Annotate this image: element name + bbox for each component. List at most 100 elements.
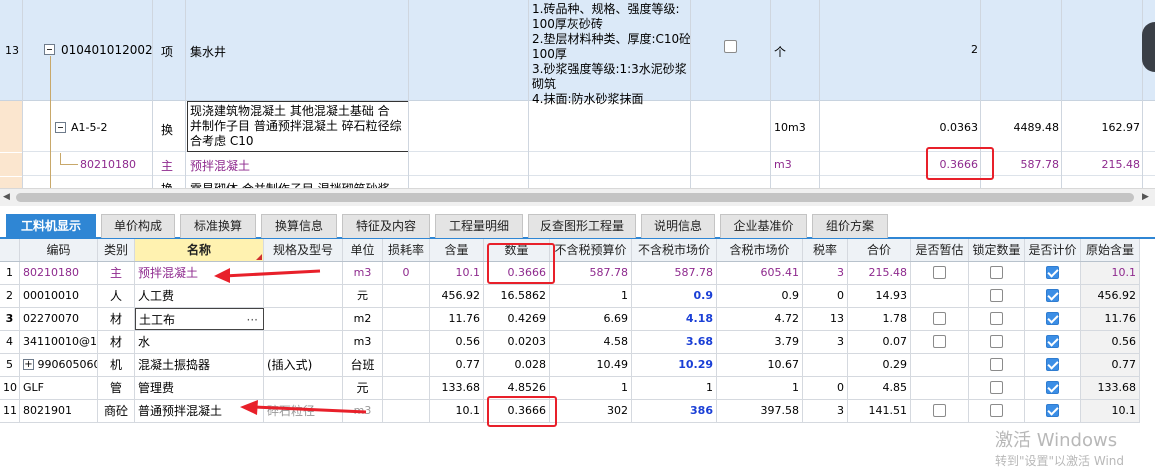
bill-row-a1-5-2[interactable]: A1-5-2 换 现浇建筑物混凝土 其他混凝土基础 合 并制作子目 普通预拌混凝… bbox=[0, 101, 1155, 152]
cell-spec[interactable] bbox=[264, 285, 343, 307]
priced-checkbox[interactable] bbox=[1046, 334, 1059, 348]
cell-qty[interactable]: 0.028 bbox=[484, 354, 550, 376]
cell-tax-market[interactable]: 10.67 bbox=[717, 354, 803, 376]
header-name[interactable]: 名称 bbox=[135, 239, 264, 261]
header-tax-market[interactable]: 含税市场价 bbox=[717, 239, 803, 261]
priced-checkbox[interactable] bbox=[1046, 403, 1059, 417]
cell-tax-rate[interactable]: 0 bbox=[803, 285, 848, 307]
cell-code-group[interactable]: + 990605060 bbox=[20, 354, 98, 376]
lock-qty-checkbox[interactable] bbox=[990, 288, 1003, 302]
priced-checkbox[interactable] bbox=[1046, 265, 1059, 279]
header-code[interactable]: 编码 bbox=[20, 239, 98, 261]
cell-category[interactable]: 商砼 bbox=[98, 400, 135, 422]
cell-pretax-budget[interactable]: 4.58 bbox=[550, 331, 632, 353]
table-row[interactable]: 2 00010010 人 人工费 元 456.92 16.5862 1 0.9 … bbox=[0, 285, 1140, 308]
cell-unit[interactable]: m2 bbox=[343, 308, 383, 330]
table-row[interactable]: 1 80210180 主 预拌混凝土 m3 0 10.1 0.3666 587.… bbox=[0, 262, 1140, 285]
cell-tax-market[interactable]: 605.41 bbox=[717, 262, 803, 284]
header-content[interactable]: 含量 bbox=[430, 239, 484, 261]
cell-spec[interactable] bbox=[264, 377, 343, 399]
cell-unit[interactable]: 元 bbox=[343, 285, 383, 307]
cell-unit[interactable]: m3 bbox=[343, 262, 383, 284]
cell-content[interactable]: 456.92 bbox=[430, 285, 484, 307]
tab-pricing-scheme[interactable]: 组价方案 bbox=[812, 214, 888, 238]
cell-spec[interactable]: (插入式) bbox=[264, 354, 343, 376]
cell-code[interactable]: 02270070 bbox=[20, 308, 98, 330]
tab-quantity-detail[interactable]: 工程量明细 bbox=[435, 214, 523, 238]
cell-pretax-budget[interactable]: 302 bbox=[550, 400, 632, 422]
cell-qty[interactable]: 16.5862 bbox=[484, 285, 550, 307]
header-pretax-budget[interactable]: 不含税预算价 bbox=[550, 239, 632, 261]
lock-qty-checkbox[interactable] bbox=[990, 357, 1003, 371]
cell-unit[interactable]: 元 bbox=[343, 377, 383, 399]
cell-category[interactable]: 材 bbox=[98, 331, 135, 353]
cell-loss[interactable] bbox=[383, 377, 430, 399]
header-lock-qty[interactable]: 锁定数量 bbox=[969, 239, 1025, 261]
priced-checkbox[interactable] bbox=[1046, 311, 1059, 325]
cell-tax-market[interactable]: 0.9 bbox=[717, 285, 803, 307]
tab-graphic-quantity[interactable]: 反查图形工程量 bbox=[528, 214, 636, 238]
cell-qty[interactable]: 0.4269 bbox=[484, 308, 550, 330]
scroll-right-icon[interactable]: ▶ bbox=[1142, 192, 1149, 202]
estimate-checkbox[interactable] bbox=[933, 311, 946, 325]
cell-category[interactable]: 人 bbox=[98, 285, 135, 307]
cell-content[interactable]: 11.76 bbox=[430, 308, 484, 330]
header-tax-rate[interactable]: 税率 bbox=[803, 239, 848, 261]
lock-qty-checkbox[interactable] bbox=[990, 380, 1003, 394]
tab-standard-conversion[interactable]: 标准换算 bbox=[180, 214, 256, 238]
cell-tax-rate[interactable] bbox=[803, 354, 848, 376]
header-estimate[interactable]: 是否暂估 bbox=[911, 239, 969, 261]
estimate-checkbox[interactable] bbox=[933, 265, 946, 279]
cell-loss[interactable] bbox=[383, 331, 430, 353]
lock-qty-checkbox[interactable] bbox=[990, 403, 1003, 417]
table-row[interactable]: 5 + 990605060 机 混凝土振捣器 (插入式) 台班 0.77 0.0… bbox=[0, 354, 1140, 377]
tab-conversion-info[interactable]: 换算信息 bbox=[261, 214, 337, 238]
cell-loss[interactable]: 0 bbox=[383, 262, 430, 284]
tab-unit-price[interactable]: 单价构成 bbox=[101, 214, 175, 238]
estimate-checkbox[interactable] bbox=[933, 334, 946, 348]
horizontal-scrollbar[interactable]: ◀ ▶ bbox=[0, 188, 1155, 206]
cell-pretax-market[interactable]: 587.78 bbox=[632, 262, 717, 284]
cell-pretax-market[interactable]: 10.29 bbox=[632, 354, 717, 376]
cell-tax-market[interactable]: 397.58 bbox=[717, 400, 803, 422]
table-row[interactable]: 4 34110010@1 材 水 m3 0.56 0.0203 4.58 3.6… bbox=[0, 331, 1140, 354]
header-category[interactable]: 类别 bbox=[98, 239, 135, 261]
collapse-icon[interactable] bbox=[44, 44, 55, 55]
header-spec[interactable]: 规格及型号 bbox=[264, 239, 343, 261]
cell-spec[interactable] bbox=[264, 331, 343, 353]
cell-tax-market[interactable]: 1 bbox=[717, 377, 803, 399]
cell-pretax-budget[interactable]: 1 bbox=[550, 377, 632, 399]
cell-content[interactable]: 10.1 bbox=[430, 262, 484, 284]
estimate-checkbox[interactable] bbox=[724, 40, 737, 53]
tab-labor-material[interactable]: 工料机显示 bbox=[6, 214, 96, 238]
scroll-thumb[interactable] bbox=[16, 193, 1134, 202]
cell-pretax-budget[interactable]: 6.69 bbox=[550, 308, 632, 330]
bill-row-13[interactable]: 13 010401012002 项 集水井 1.砖品种、规格、强度等级: 100… bbox=[0, 0, 1155, 106]
tab-description[interactable]: 说明信息 bbox=[641, 214, 715, 238]
cell-content[interactable]: 10.1 bbox=[430, 400, 484, 422]
lock-qty-checkbox[interactable] bbox=[990, 334, 1003, 348]
cell-name[interactable]: 管理费 bbox=[135, 377, 264, 399]
cell-unit[interactable]: 台班 bbox=[343, 354, 383, 376]
cell-pretax-market[interactable]: 3.68 bbox=[632, 331, 717, 353]
cell-pretax-market[interactable]: 1 bbox=[632, 377, 717, 399]
priced-checkbox[interactable] bbox=[1046, 288, 1059, 302]
cell-category[interactable]: 材 bbox=[98, 308, 135, 330]
header-unit[interactable]: 单位 bbox=[343, 239, 383, 261]
cell-content[interactable]: 0.77 bbox=[430, 354, 484, 376]
cell-category[interactable]: 主 bbox=[98, 262, 135, 284]
cell-tax-market[interactable]: 4.72 bbox=[717, 308, 803, 330]
cell-pretax-budget[interactable]: 1 bbox=[550, 285, 632, 307]
table-row[interactable]: 10 GLF 管 管理费 元 133.68 4.8526 1 1 1 0 4.8… bbox=[0, 377, 1140, 400]
cell-loss[interactable] bbox=[383, 285, 430, 307]
expand-icon[interactable]: + bbox=[23, 358, 34, 370]
cell-code[interactable]: 34110010@1 bbox=[20, 331, 98, 353]
cell-pretax-market[interactable]: 4.18 bbox=[632, 308, 717, 330]
cell-code[interactable]: 8021901 bbox=[20, 400, 98, 422]
cell-name[interactable]: 水 bbox=[135, 331, 264, 353]
cell-tax-rate[interactable]: 3 bbox=[803, 400, 848, 422]
cell-tax-rate[interactable]: 3 bbox=[803, 262, 848, 284]
cell-loss[interactable] bbox=[383, 400, 430, 422]
cell-name-editor[interactable]: 土工布 ··· bbox=[135, 308, 264, 330]
header-total[interactable]: 合价 bbox=[848, 239, 911, 261]
